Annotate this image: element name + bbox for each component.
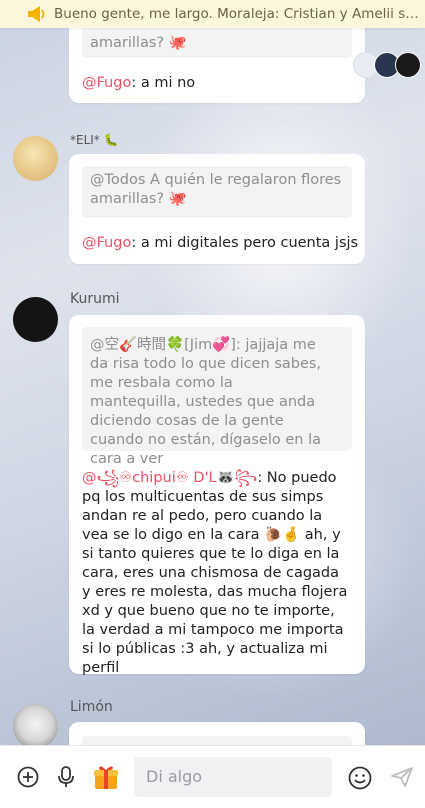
avatar-limon[interactable] xyxy=(13,704,58,749)
send-icon[interactable] xyxy=(390,766,414,788)
add-icon[interactable] xyxy=(17,766,39,788)
seen-by-avatars[interactable] xyxy=(353,52,421,78)
message-bubble[interactable]: @Todos A quién le regalaron flores amari… xyxy=(69,154,365,264)
author-name[interactable]: Limón xyxy=(70,699,113,715)
message-bubble[interactable]: @空🎸時間🍀[Jim💞]: jajjaja me da risa todo lo… xyxy=(69,315,365,676)
message-text: @Fugo: a mi no xyxy=(82,74,195,93)
quoted-message: @Todos A quién le regalaron flores amari… xyxy=(82,166,352,218)
megaphone-icon xyxy=(28,6,45,22)
reply-text: : No puedo pq los multicuentas de sus si… xyxy=(82,470,348,676)
message-text: @Fugo: a mi digitales pero cuenta jsjs xyxy=(82,234,358,253)
author-name[interactable]: *ELI* 🐛 xyxy=(70,133,119,147)
reply-text: : a mi digitales pero cuenta jsjs xyxy=(131,235,359,251)
avatar-eli[interactable] xyxy=(13,136,58,181)
quoted-text: @空🎸時間🍀[Jim💞]: jajjaja me da risa todo lo… xyxy=(90,337,322,467)
reply-text: : a mi no xyxy=(131,75,196,91)
message-text: @꧁♾chipui♾ D'L🦝꧂: No puedo pq los multic… xyxy=(82,469,352,678)
pinned-text: Bueno gente, me largo. Moraleja: Cristia… xyxy=(54,6,419,22)
mention-link[interactable]: @Fugo xyxy=(82,75,131,91)
gift-icon[interactable] xyxy=(92,763,120,791)
quoted-text: @Todos A quién le regalaron flores amari… xyxy=(90,172,342,207)
seen-avatar-3 xyxy=(395,52,421,78)
message-input[interactable]: Di algo xyxy=(134,757,332,797)
avatar-kurumi[interactable] xyxy=(13,297,58,342)
mention-link[interactable]: @Fugo xyxy=(82,235,131,251)
quoted-text: amarillas? 🐙 xyxy=(90,35,187,51)
quoted-message: @空🎸時間🍀[Jim💞]: jajjaja me da risa todo lo… xyxy=(82,327,352,467)
mention-link[interactable]: @꧁♾chipui♾ D'L🦝꧂ xyxy=(82,470,257,486)
emoji-icon[interactable] xyxy=(348,766,372,790)
microphone-icon[interactable] xyxy=(56,766,76,788)
message-composer: Di algo xyxy=(0,745,425,808)
author-name[interactable]: Kurumi xyxy=(70,291,120,307)
pinned-announcement[interactable]: Bueno gente, me largo. Moraleja: Cristia… xyxy=(0,0,425,28)
